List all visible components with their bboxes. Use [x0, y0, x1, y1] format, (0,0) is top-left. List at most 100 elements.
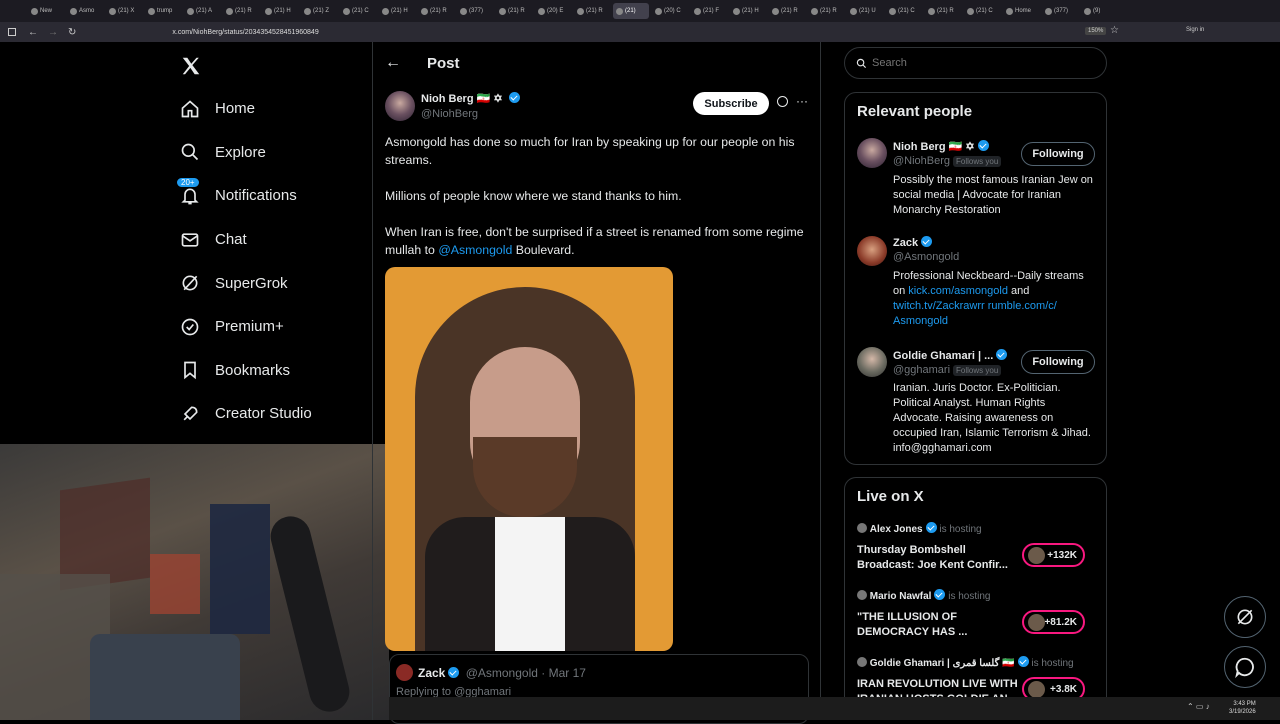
browser-tab[interactable]: (9): [1081, 3, 1117, 19]
zoom-level[interactable]: 150%: [1085, 27, 1107, 35]
bookmark-star-icon[interactable]: ☆: [1110, 25, 1119, 36]
browser-tab[interactable]: (21) R: [223, 3, 259, 19]
nav-explore[interactable]: Explore: [170, 131, 370, 175]
browser-tab[interactable]: trump: [145, 3, 181, 19]
back-icon[interactable]: ←: [28, 27, 38, 38]
tab-label: (21) F: [703, 8, 720, 14]
taskbar-clock[interactable]: 3:43 PM 3/19/2026: [1229, 700, 1256, 716]
browser-tab[interactable]: (21) Z: [301, 3, 337, 19]
browser-tab[interactable]: (21): [613, 3, 649, 19]
tab-favicon-icon: [694, 7, 701, 15]
verified-badge-icon: [925, 522, 937, 533]
author-name[interactable]: Nioh Berg: [421, 93, 474, 105]
author-avatar[interactable]: [385, 91, 415, 121]
browser-tab[interactable]: (21) H: [730, 3, 766, 19]
host-status: is hosting: [939, 524, 982, 535]
host-avatar: [857, 590, 867, 600]
author-handle[interactable]: @NiohBerg: [421, 108, 478, 120]
person-zack[interactable]: Zack @Asmongold Professional Neckbeard--…: [857, 234, 1097, 334]
tab-favicon-icon: [577, 7, 584, 15]
search-box[interactable]: [844, 47, 1107, 79]
sign-in-button[interactable]: Sign in: [1186, 27, 1204, 33]
nav-supergrok[interactable]: SuperGrok: [170, 261, 370, 305]
browser-tab[interactable]: (21) R: [925, 3, 961, 19]
bookmark-icon: [184, 362, 196, 380]
tab-favicon-icon: [148, 7, 155, 15]
nav-bookmarks[interactable]: Bookmarks: [170, 349, 370, 393]
reload-icon[interactable]: ↻: [68, 27, 76, 38]
tab-favicon-icon: [616, 7, 623, 15]
tab-label: (21) Z: [313, 8, 330, 14]
browser-tab[interactable]: (21) C: [886, 3, 922, 19]
nav-chat[interactable]: Chat: [170, 218, 370, 262]
tab-label: (377): [1054, 8, 1069, 14]
browser-tab[interactable]: (377): [457, 3, 493, 19]
browser-tab[interactable]: (21) U: [847, 3, 883, 19]
messages-floating-button[interactable]: [1224, 646, 1266, 688]
subscribe-button[interactable]: Subscribe: [693, 92, 769, 115]
person-nioh-berg[interactable]: Nioh Berg 🇮🇷 ✡ @NiohBerg Follows you Foll…: [857, 138, 1097, 228]
tab-favicon-icon: [538, 7, 545, 15]
post-column: ← Post Nioh Berg 🇮🇷 ✡ @NiohBerg Subscrib…: [372, 42, 821, 724]
relevant-people-title: Relevant people: [857, 103, 973, 120]
tab-favicon-icon: [265, 7, 272, 15]
grok-action-icon[interactable]: [777, 96, 788, 107]
browser-tab[interactable]: (21) R: [418, 3, 454, 19]
browser-tab[interactable]: (21) H: [379, 3, 415, 19]
browser-tab[interactable]: (21) R: [769, 3, 805, 19]
live-title: Live on X: [857, 488, 924, 505]
nav-premium[interactable]: Premium+: [170, 305, 370, 349]
browser-tab[interactable]: Asmo: [67, 3, 103, 19]
browser-tab[interactable]: (21) C: [340, 3, 376, 19]
page-title: Post: [427, 55, 460, 72]
bio-text-mid: and: [1007, 285, 1030, 297]
browser-tab[interactable]: (21) X: [106, 3, 142, 19]
sidebar-toggle-icon[interactable]: [8, 28, 16, 36]
browser-tab[interactable]: (21) F: [691, 3, 727, 19]
person-goldie-ghamari[interactable]: Goldie Ghamari | ... @gghamari Follows yo…: [857, 347, 1097, 457]
bio-link-twitch[interactable]: twitch.tv/Zackrawrr rumble.com/c/ Asmong…: [893, 300, 1057, 327]
browser-tab[interactable]: (21) R: [574, 3, 610, 19]
browser-tab[interactable]: (377): [1042, 3, 1078, 19]
live-listeners-pill[interactable]: +81.2K: [1022, 610, 1085, 634]
browser-tab[interactable]: Home: [1003, 3, 1039, 19]
browser-tab[interactable]: (20) C: [652, 3, 688, 19]
post-image[interactable]: [385, 267, 673, 651]
url-field[interactable]: x.com/NiohBerg/status/203435452845196084…: [172, 29, 318, 36]
browser-tab[interactable]: (21) A: [184, 3, 220, 19]
tab-label: (20) C: [664, 8, 681, 14]
tray-icons[interactable]: ⌃ ▭ ♪: [1187, 702, 1210, 711]
host-name: Alex Jones: [869, 524, 923, 535]
tab-favicon-icon: [967, 7, 974, 15]
following-button[interactable]: Following: [1021, 350, 1095, 374]
post-paragraph-3-end: Boulevard.: [512, 243, 575, 257]
person-name: Zack: [893, 237, 919, 249]
browser-tab[interactable]: (21) C: [964, 3, 1000, 19]
search-input[interactable]: [872, 57, 1072, 69]
forward-icon[interactable]: →: [48, 27, 58, 38]
premium-icon: [181, 318, 199, 336]
browser-tab[interactable]: (21) R: [496, 3, 532, 19]
live-listeners-pill[interactable]: +132K: [1022, 543, 1085, 567]
browser-tab[interactable]: (21) R: [808, 3, 844, 19]
nav-notifications[interactable]: 20+ Notifications: [170, 174, 370, 218]
tab-label: Home: [1015, 8, 1032, 14]
browser-tab[interactable]: (21) H: [262, 3, 298, 19]
live-item[interactable]: Alex Jones is hosting Thursday Bombshell…: [857, 522, 1097, 582]
nav-chat-label: Chat: [215, 231, 247, 249]
grok-floating-button[interactable]: [1224, 596, 1266, 638]
back-arrow-icon[interactable]: ←: [385, 54, 401, 72]
search-icon: [181, 144, 199, 161]
nav-creator-studio[interactable]: Creator Studio: [170, 392, 370, 436]
following-button[interactable]: Following: [1021, 142, 1095, 166]
live-item[interactable]: Mario Nawfal is hosting "THE ILLUSION OF…: [857, 589, 1097, 649]
mention-link[interactable]: @Asmongold: [438, 243, 512, 257]
browser-tab[interactable]: (20) E: [535, 3, 571, 19]
more-options-icon[interactable]: ···: [796, 94, 808, 108]
browser-tab[interactable]: New: [28, 3, 64, 19]
bio-link-kick[interactable]: kick.com/asmongold: [908, 285, 1008, 297]
nav-home[interactable]: Home: [170, 87, 370, 131]
x-logo[interactable]: [170, 45, 370, 87]
nav-notifications-label: Notifications: [215, 187, 297, 205]
tab-favicon-icon: [421, 7, 428, 15]
